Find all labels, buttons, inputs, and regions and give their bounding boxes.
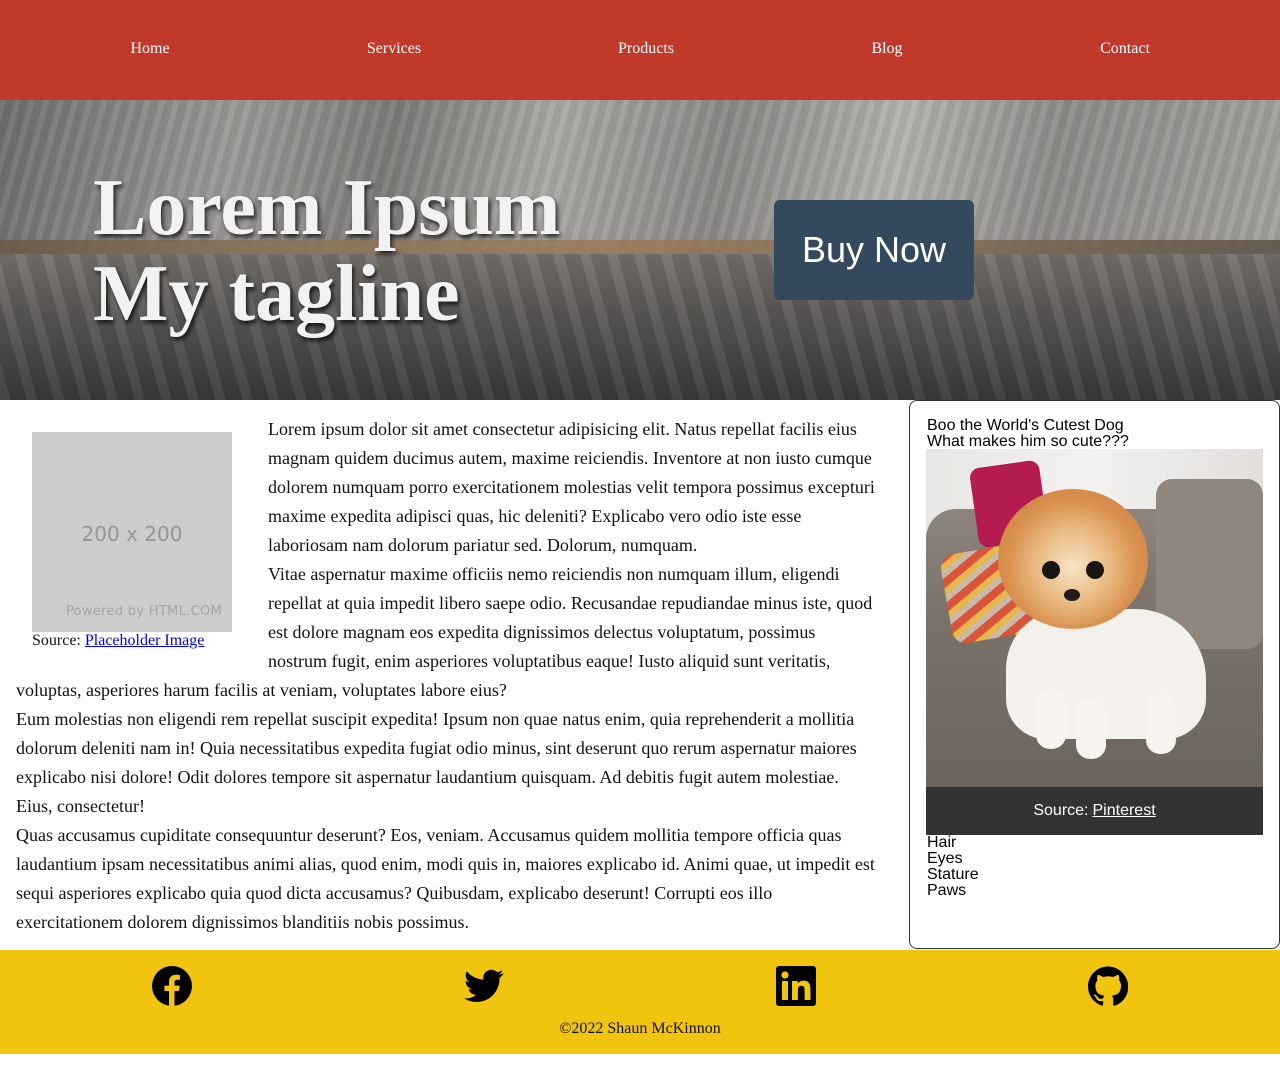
hero-title-line1: Lorem Ipsum xyxy=(93,164,561,252)
placeholder-caption: Source: Placeholder Image xyxy=(32,632,252,650)
dog-leg xyxy=(1076,699,1106,759)
dog-head xyxy=(998,489,1148,629)
article-paragraph-4: Quas accusamus cupiditate consequuntur d… xyxy=(16,825,875,932)
twitter-icon[interactable] xyxy=(464,966,504,1006)
list-item: Stature xyxy=(927,866,979,883)
top-navigation: Home Services Products Blog Contact xyxy=(0,0,1280,100)
placeholder-figure: 200 x 200 Powered by HTML.COM Source: Pl… xyxy=(32,432,252,650)
github-icon[interactable] xyxy=(1088,966,1129,1006)
main-article: 200 x 200 Powered by HTML.COM Source: Pl… xyxy=(16,415,878,937)
nav-link-blog[interactable]: Blog xyxy=(871,40,902,58)
dog-caption-prefix: Source: xyxy=(1033,802,1089,819)
pinterest-source-link[interactable]: Pinterest xyxy=(1093,803,1156,819)
sidebar-title: Boo the World's Cutest Dog xyxy=(927,417,1124,434)
dog-photo xyxy=(926,449,1263,787)
nav-link-home[interactable]: Home xyxy=(130,40,169,58)
dog-eye xyxy=(1086,561,1104,579)
dog-photo-caption: Source: Pinterest xyxy=(926,787,1263,835)
dog-eye xyxy=(1042,561,1060,579)
nav-link-contact[interactable]: Contact xyxy=(1100,40,1150,58)
dog-nose xyxy=(1064,589,1080,601)
placeholder-source-link[interactable]: Placeholder Image xyxy=(85,632,205,649)
placeholder-powered-label: Powered by HTML.COM xyxy=(65,604,222,619)
placeholder-size-label: 200 x 200 xyxy=(81,522,183,546)
cute-traits-list: Hair Eyes Stature Paws xyxy=(927,835,979,899)
article-paragraph-3: Eum molestias non eligendi rem repellat … xyxy=(16,709,857,816)
list-item: Eyes xyxy=(927,850,963,867)
nav-link-services[interactable]: Services xyxy=(367,40,421,58)
dog-leg xyxy=(1146,694,1176,754)
facebook-icon[interactable] xyxy=(152,966,192,1006)
buy-now-button[interactable]: Buy Now xyxy=(774,200,974,300)
sidebar-card: Boo the World's Cutest Dog What makes hi… xyxy=(909,400,1280,949)
footer: ©2022 Shaun McKinnon xyxy=(0,950,1280,1054)
hero-tagline: My tagline xyxy=(93,250,460,338)
placeholder-image: 200 x 200 Powered by HTML.COM xyxy=(32,432,232,632)
placeholder-caption-prefix: Source: xyxy=(32,632,81,649)
list-item: Paws xyxy=(927,882,967,899)
copyright-text: ©2022 Shaun McKinnon xyxy=(559,1020,721,1037)
nav-link-products[interactable]: Products xyxy=(618,40,674,58)
list-item: Hair xyxy=(927,834,957,851)
sidebar-subtitle: What makes him so cute??? xyxy=(927,433,1129,450)
sidebar-heading: Boo the World's Cutest Dog What makes hi… xyxy=(927,418,1129,450)
linkedin-icon[interactable] xyxy=(776,966,816,1006)
dog-leg xyxy=(1036,689,1066,749)
hero-title: Lorem Ipsum My tagline xyxy=(93,165,560,337)
